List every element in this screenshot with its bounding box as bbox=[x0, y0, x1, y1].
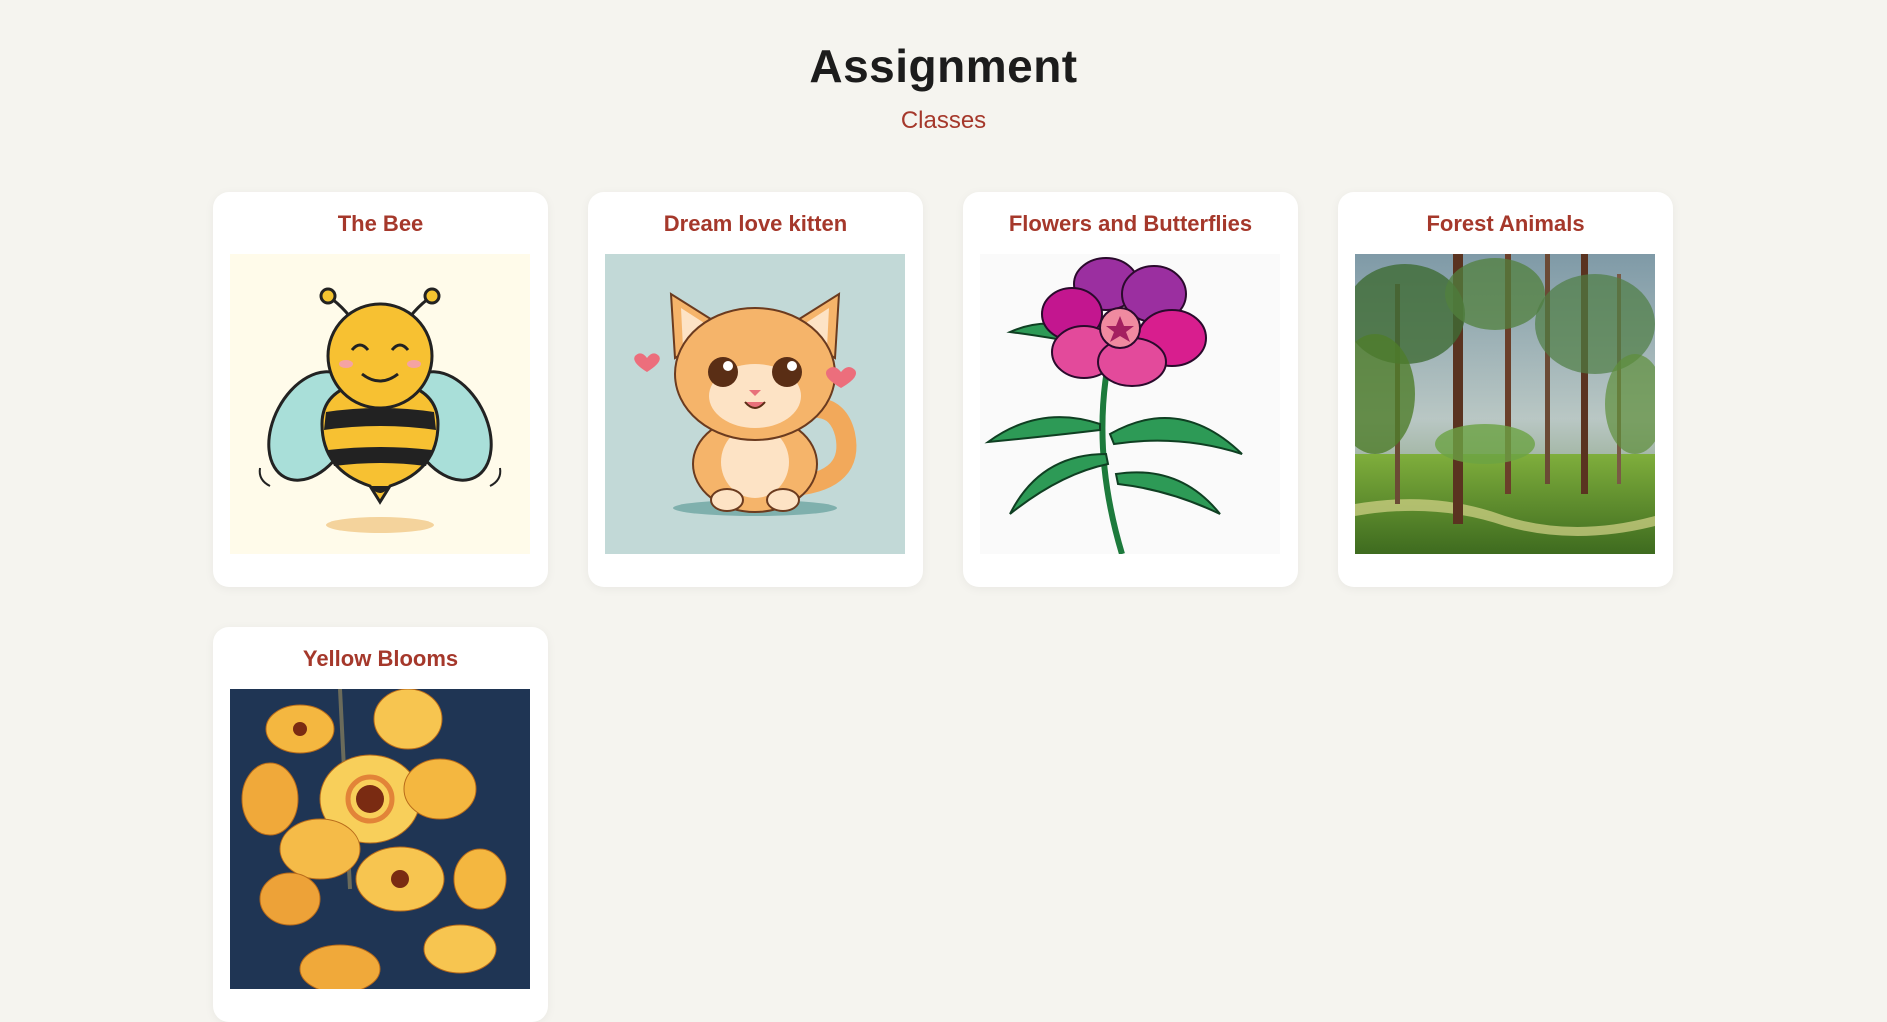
page-header: Assignment Classes bbox=[0, 0, 1887, 136]
class-card-forest-animals[interactable]: Forest Animals bbox=[1338, 192, 1673, 587]
class-card-dream-love-kitten[interactable]: Dream love kitten bbox=[588, 192, 923, 587]
forest-painting bbox=[1355, 254, 1655, 554]
class-grid: The Bee Dream love kitten Flowers and Bu… bbox=[213, 192, 1674, 1022]
class-card-title: Dream love kitten bbox=[663, 211, 848, 236]
page-subtitle: Classes bbox=[900, 107, 987, 134]
class-card-title: The Bee bbox=[337, 211, 424, 236]
page-title: Assignment bbox=[809, 40, 1078, 92]
bee-illustration bbox=[230, 254, 530, 554]
kitten-illustration bbox=[605, 254, 905, 554]
yellow-flowers-painting bbox=[230, 689, 530, 989]
class-card-title: Forest Animals bbox=[1426, 211, 1585, 236]
class-card-yellow-blooms[interactable]: Yellow Blooms bbox=[213, 627, 548, 1022]
class-card-flowers-and-butterflies[interactable]: Flowers and Butterflies bbox=[963, 192, 1298, 587]
class-card-title: Flowers and Butterflies bbox=[1008, 211, 1253, 236]
class-card-the-bee[interactable]: The Bee bbox=[213, 192, 548, 587]
class-card-title: Yellow Blooms bbox=[302, 646, 459, 671]
flower-illustration bbox=[980, 254, 1280, 554]
